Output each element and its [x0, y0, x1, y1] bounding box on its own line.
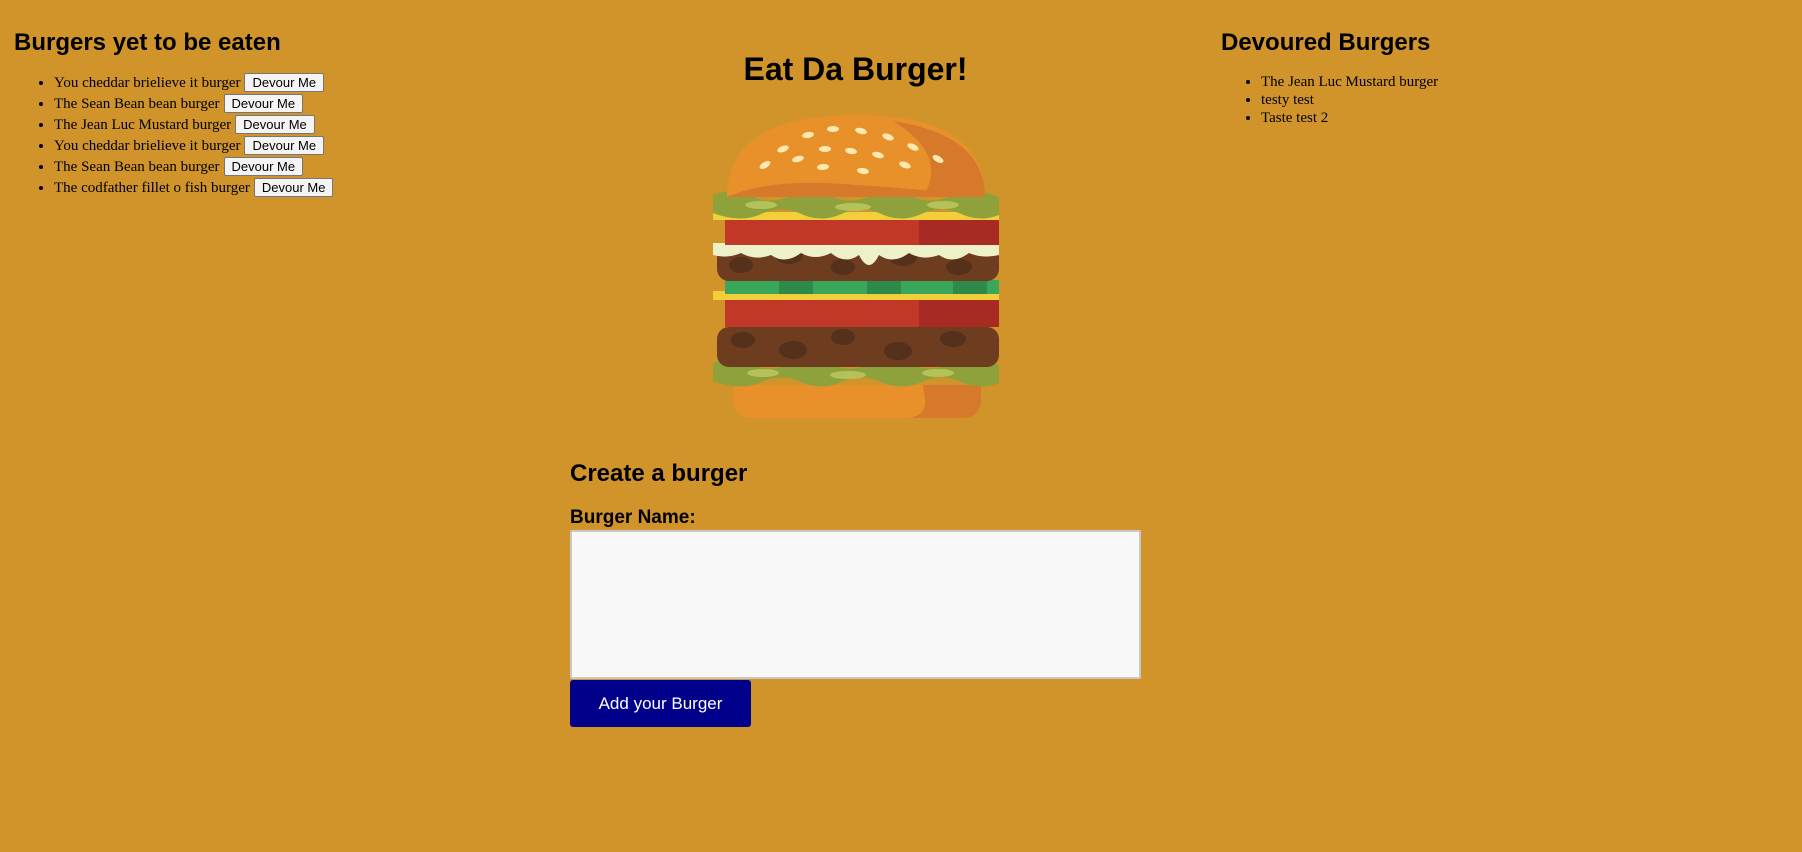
devoured-item: testy test	[1261, 91, 1781, 109]
burger-name: The codfather fillet o fish burger	[54, 180, 250, 196]
uneaten-item: You cheddar brielieve it burgerDevour Me	[54, 136, 534, 157]
burger-name: You cheddar brielieve it burger	[54, 138, 241, 154]
burger-name: The Jean Luc Mustard burger	[54, 117, 232, 133]
burger-name: The Sean Bean bean burger	[54, 159, 220, 175]
devour-button[interactable]: Devour Me	[235, 115, 315, 134]
devour-button[interactable]: Devour Me	[253, 178, 334, 197]
uneaten-item: The Sean Bean bean burgerDevour Me	[54, 157, 534, 178]
devour-button[interactable]: Devour Me	[223, 157, 304, 176]
create-heading: Create a burger	[570, 460, 748, 487]
burger-name-input[interactable]	[570, 530, 1141, 679]
uneaten-column: Burgers yet to be eaten You cheddar brie…	[14, 27, 534, 199]
uneaten-heading: Burgers yet to be eaten	[14, 29, 281, 56]
devoured-list: The Jean Luc Mustard burger testy test T…	[1221, 73, 1781, 127]
devoured-column: Devoured Burgers The Jean Luc Mustard bu…	[1221, 27, 1781, 127]
devour-button[interactable]: Devour Me	[223, 94, 304, 113]
burger-name: You cheddar brielieve it burger	[54, 75, 241, 91]
devour-button[interactable]: Devour Me	[244, 73, 325, 92]
page-title: Eat Da Burger!	[743, 51, 968, 87]
uneaten-list: You cheddar brielieve it burgerDevour Me…	[14, 73, 534, 199]
burger-name-label: Burger Name:	[570, 507, 696, 528]
devoured-heading: Devoured Burgers	[1221, 29, 1431, 56]
burger-name: The Sean Bean bean burger	[54, 96, 220, 112]
uneaten-item: You cheddar brielieve it burgerDevour Me	[54, 73, 534, 94]
page: Burgers yet to be eaten You cheddar brie…	[0, 0, 1802, 852]
devoured-item: The Jean Luc Mustard burger	[1261, 73, 1781, 91]
uneaten-item: The codfather fillet o fish burgerDevour…	[54, 178, 534, 199]
devoured-item: Taste test 2	[1261, 109, 1781, 127]
burger-image	[713, 115, 999, 418]
uneaten-item: The Jean Luc Mustard burgerDevour Me	[54, 115, 534, 136]
uneaten-item: The Sean Bean bean burgerDevour Me	[54, 94, 534, 115]
add-burger-button[interactable]: Add your Burger	[570, 680, 751, 727]
devour-button[interactable]: Devour Me	[244, 136, 325, 155]
